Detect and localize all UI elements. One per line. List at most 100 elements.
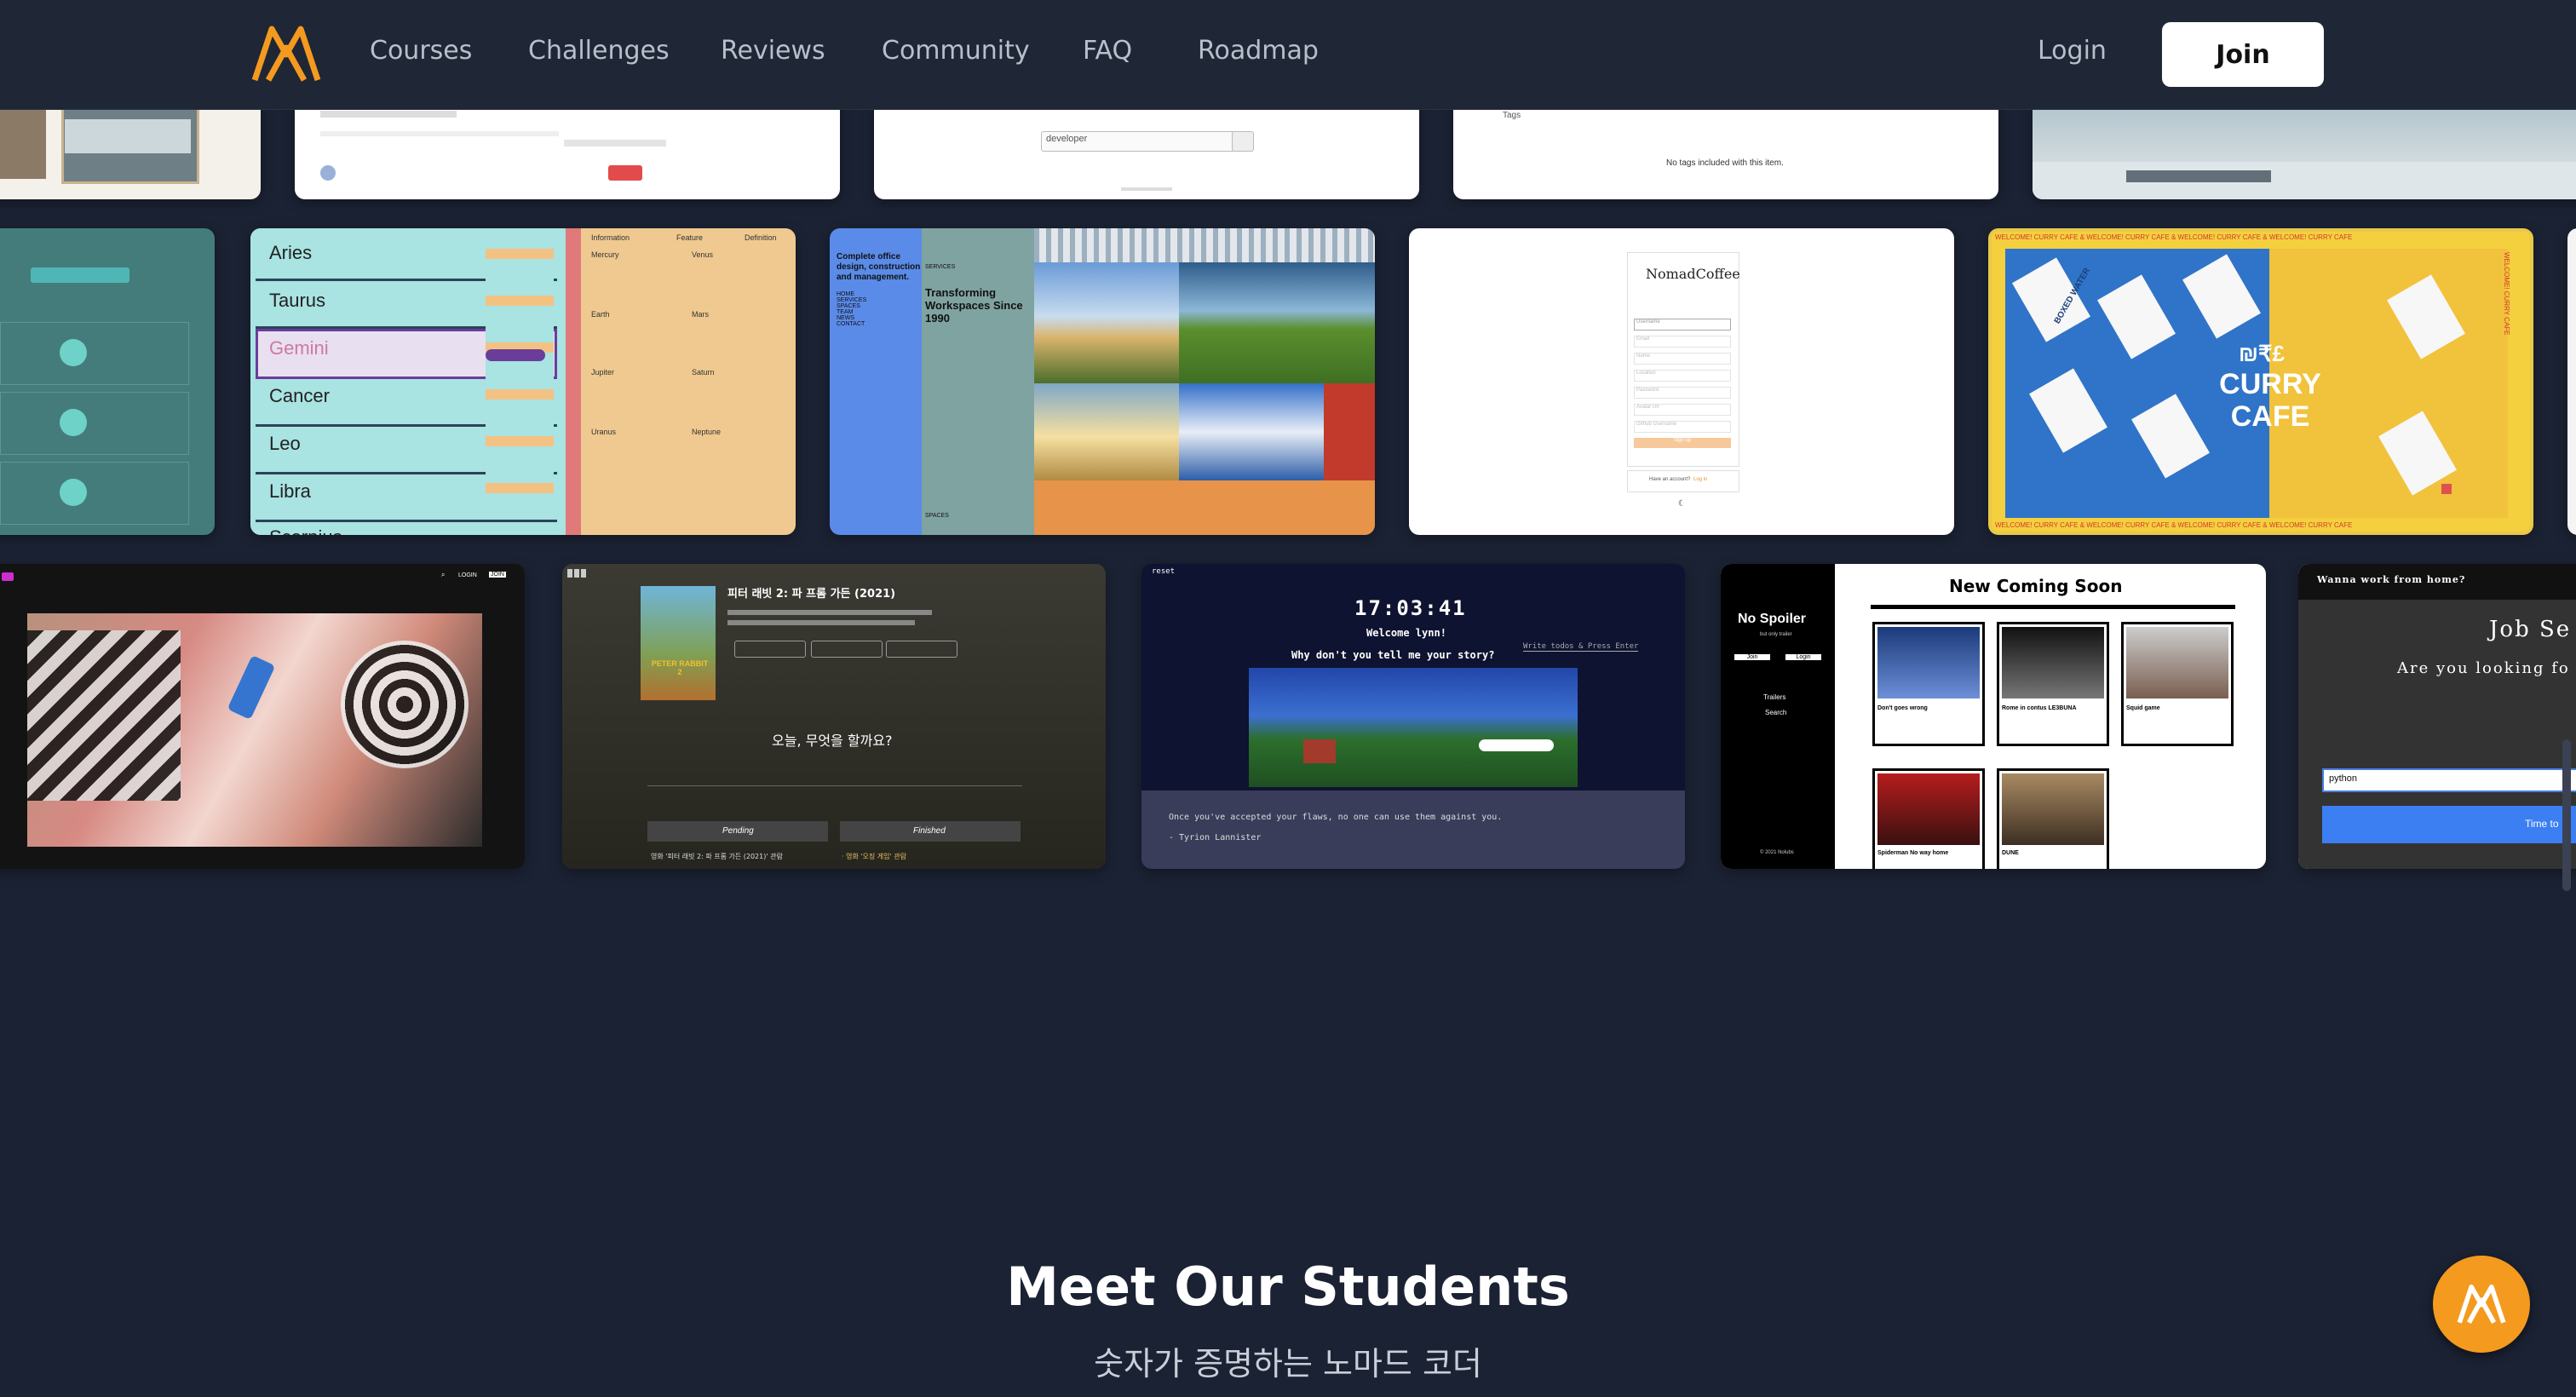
zodiac-entry: Venus xyxy=(692,250,714,259)
zodiac-tab: Definition xyxy=(745,233,777,242)
clock-time: 17:03:41 xyxy=(1354,596,1467,620)
project-card-clock[interactable]: reset 17:03:41 Welcome lynn! Why don't y… xyxy=(1141,564,1685,869)
nav-challenges-link[interactable]: Challenges xyxy=(528,36,670,66)
nomad-logo-icon[interactable] xyxy=(251,26,321,82)
zodiac-tab: Information xyxy=(591,233,630,242)
curry-banner-bottom: WELCOME! CURRY CAFE & WELCOME! CURRY CAF… xyxy=(1995,521,2353,529)
tags-empty-text: No tags included with this item. xyxy=(1666,158,1784,168)
nospoiler-movie-title: Squid game xyxy=(2126,705,2160,711)
nomad-chat-icon xyxy=(2457,1285,2506,1324)
workspace-menu-item[interactable]: SERVICES xyxy=(837,297,908,303)
job-search-input[interactable]: python xyxy=(2329,773,2357,784)
movie-join-button[interactable]: JOIN xyxy=(489,572,506,578)
nav-community-link[interactable]: Community xyxy=(882,36,1030,66)
nospoiler-menu-search[interactable]: Search xyxy=(1765,709,1786,716)
zodiac-sign-selected: Gemini xyxy=(269,337,329,359)
project-card-nomadcoffee[interactable]: NomadCoffee Username Email Name Location… xyxy=(1409,228,1954,535)
nospoiler-join-button[interactable]: Join xyxy=(1734,654,1770,660)
email-field[interactable]: Email xyxy=(1634,336,1731,348)
username-field[interactable]: Username xyxy=(1634,319,1731,331)
nav-courses-link[interactable]: Courses xyxy=(370,36,472,66)
section-subtitle: 숫자가 증명하는 노마드 코더 xyxy=(1094,1345,1482,1383)
nospoiler-menu-trailers[interactable]: Trailers xyxy=(1763,693,1785,701)
workspace-menu-item[interactable]: TEAM xyxy=(837,309,908,315)
search-icon[interactable]: ⌕ xyxy=(441,571,445,579)
zodiac-entry: Jupiter xyxy=(591,368,615,377)
story-question: Why don't you tell me your story? xyxy=(1291,649,1495,661)
project-card-job-search[interactable]: Wanna work from home? Job Se Are you loo… xyxy=(2298,564,2576,869)
job-search-button[interactable]: Time to xyxy=(2525,818,2559,830)
project-card-workspace[interactable]: Complete office design, construction and… xyxy=(830,228,1375,535)
zodiac-sign: Leo xyxy=(269,433,301,454)
todo-item: 영화 '피터 래빗 2: 파 프롬 가든 (2021)' 관람 xyxy=(651,853,783,860)
name-field[interactable]: Name xyxy=(1634,353,1731,365)
movie-login-link[interactable]: LOGIN xyxy=(458,572,477,578)
project-card-todo-movie[interactable]: PETER RABBIT 2 피터 래빗 2: 파 프롬 가든 (2021) 오… xyxy=(562,564,1106,869)
password-field[interactable]: Password xyxy=(1634,387,1731,399)
nav-faq-link[interactable]: FAQ xyxy=(1083,36,1132,66)
zodiac-sign: Scorpius xyxy=(269,526,342,535)
todo-input[interactable]: Write todos & Press Enter xyxy=(1523,642,1639,652)
chat-widget-button[interactable] xyxy=(2433,1256,2530,1353)
nospoiler-tagline: but only trailer xyxy=(1760,632,1792,637)
workspace-title: Transforming Workspaces Since 1990 xyxy=(925,286,1023,325)
zodiac-entry: Mars xyxy=(692,310,709,319)
location-field[interactable]: Location xyxy=(1634,370,1731,382)
todo-movie-title: 피터 래빗 2: 파 프롬 가든 (2021) xyxy=(727,588,896,601)
nav-reviews-link[interactable]: Reviews xyxy=(721,36,825,66)
zodiac-sign: Aries xyxy=(269,242,313,263)
reset-button[interactable]: reset xyxy=(1152,567,1175,576)
login-link[interactable]: Login xyxy=(2038,36,2107,66)
project-card-partial[interactable] xyxy=(2567,228,2576,535)
project-card-curry-cafe[interactable]: WELCOME! CURRY CAFE & WELCOME! CURRY CAF… xyxy=(1988,228,2533,535)
project-card-nospoiler[interactable]: No Spoiler but only trailer Join Login T… xyxy=(1721,564,2266,869)
nospoiler-movie-title: Rome in contus LE3BUNA xyxy=(2002,705,2077,711)
project-card-teal[interactable] xyxy=(0,228,215,535)
quote-text: Once you've accepted your flaws, no one … xyxy=(1169,813,1503,822)
zodiac-sign: Taurus xyxy=(269,290,326,311)
job-tagline: Wanna work from home? xyxy=(2317,574,2466,585)
horizontal-scroll-handle[interactable] xyxy=(2562,739,2571,891)
nospoiler-movie-title: DUNE xyxy=(2002,850,2019,856)
zodiac-sign: Libra xyxy=(269,480,311,502)
avatar-url-field[interactable]: Avatar Url xyxy=(1634,404,1731,416)
zodiac-sign: Cancer xyxy=(269,385,330,406)
zodiac-entry: Earth xyxy=(591,310,610,319)
welcome-text: Welcome lynn! xyxy=(1366,627,1446,639)
tags-label: Tags xyxy=(1503,111,1521,120)
workspace-menu-item[interactable]: NEWS xyxy=(837,315,908,321)
zodiac-entry: Mercury xyxy=(591,250,619,259)
github-username-field[interactable]: Github Username xyxy=(1634,421,1731,433)
zodiac-entry: Uranus xyxy=(591,428,617,436)
top-navigation: Courses Challenges Reviews Community FAQ… xyxy=(0,0,2576,110)
quote-author: - Tyrion Lannister xyxy=(1169,833,1262,842)
signup-button[interactable]: Sign up xyxy=(1634,438,1731,448)
curry-side-text: WELCOME! CURRY CAFE xyxy=(2503,252,2510,336)
workspace-spaces-label: SPACES xyxy=(925,513,949,519)
workspace-section-label: SERVICES xyxy=(925,264,956,270)
section-title: Meet Our Students xyxy=(1006,1256,1570,1318)
job-subtitle: Are you looking fo xyxy=(2397,659,2570,677)
project-card-zodiac[interactable]: Aries Taurus Gemini Cancer Leo Libra Sco… xyxy=(250,228,796,535)
nospoiler-movie-title: Spiderman No way home xyxy=(1877,850,1949,856)
join-button[interactable]: Join xyxy=(2162,22,2324,87)
nospoiler-footer: © 2021 Nolubs xyxy=(1760,850,1794,855)
finished-tab[interactable]: Finished xyxy=(913,826,946,836)
todo-question: 오늘, 무엇을 할까요? xyxy=(772,733,893,749)
workspace-menu-item[interactable]: CONTACT xyxy=(837,321,908,327)
login-link[interactable]: Log in xyxy=(1693,477,1707,482)
nospoiler-brand: No Spoiler xyxy=(1738,612,1807,626)
zodiac-entry: Saturn xyxy=(692,368,715,377)
nav-roadmap-link[interactable]: Roadmap xyxy=(1198,36,1319,66)
finished-item: · 영화 '오징 게임' 관람 xyxy=(842,853,906,860)
zodiac-entry: Neptune xyxy=(692,428,722,436)
nospoiler-movie-title: Don't goes wrong xyxy=(1877,705,1928,711)
workspace-menu-item[interactable]: SPACES xyxy=(837,303,908,309)
job-title: Job Se xyxy=(2489,617,2572,642)
nomadcoffee-title: NomadCoffee xyxy=(1646,266,1740,282)
pending-tab[interactable]: Pending xyxy=(722,826,754,836)
moon-icon[interactable]: ☾ xyxy=(1678,499,1686,509)
workspace-menu-item[interactable]: HOME xyxy=(837,291,908,297)
nospoiler-login-button[interactable]: Login xyxy=(1785,654,1821,660)
project-card-movie[interactable]: ⌕ LOGIN JOIN xyxy=(0,564,525,869)
